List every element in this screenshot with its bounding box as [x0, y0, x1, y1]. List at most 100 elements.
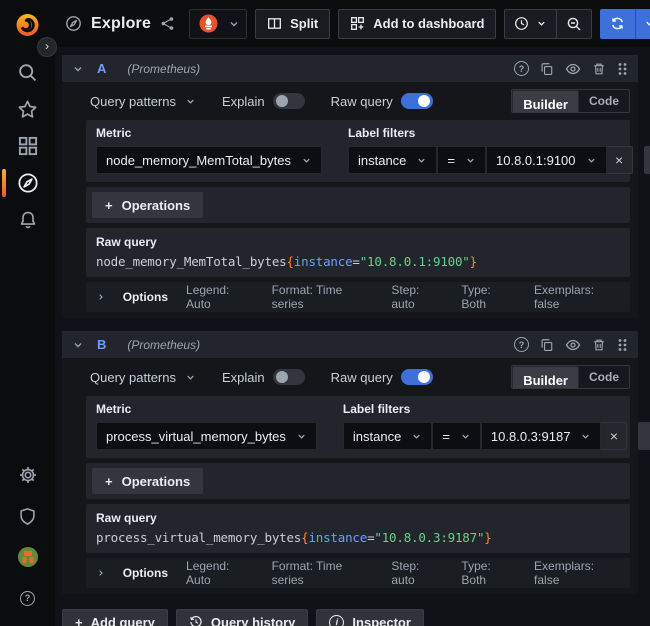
admin-shield-icon[interactable]	[0, 504, 55, 528]
raw-query-switch[interactable]	[401, 93, 433, 109]
plus-icon: +	[105, 474, 113, 489]
options-title: Options	[123, 566, 168, 580]
raw-query-toggle-group: Raw query	[331, 369, 433, 385]
expand-sidebar-button[interactable]: ›	[37, 37, 57, 57]
raw-query-label: Raw query	[331, 370, 393, 385]
plus-icon: +	[105, 198, 113, 213]
query-ref-id[interactable]: B	[97, 337, 106, 352]
filter-operator-select[interactable]: =	[437, 146, 486, 174]
query-b-header[interactable]: B (Prometheus) ?	[62, 331, 638, 358]
duplicate-query-icon[interactable]	[540, 338, 554, 352]
remove-filter-button[interactable]: ×	[607, 146, 633, 174]
zoom-out-button[interactable]	[556, 10, 591, 38]
code-mode-button[interactable]: Code	[579, 366, 629, 388]
query-b-actions: ?	[514, 337, 628, 353]
options-legend: Legend: Auto	[186, 283, 255, 311]
query-ref-id[interactable]: A	[97, 61, 106, 76]
remove-query-trash-icon[interactable]	[592, 62, 606, 76]
query-history-button[interactable]: Query history	[176, 609, 309, 626]
explain-switch[interactable]	[273, 93, 305, 109]
filter-value-select[interactable]: 10.8.0.3:9187	[481, 422, 602, 450]
add-operation-button[interactable]: + Operations	[92, 468, 203, 494]
drag-handle-icon[interactable]	[617, 62, 628, 76]
collapse-chevron-icon[interactable]	[72, 339, 84, 351]
raw-query-switch[interactable]	[401, 369, 433, 385]
builder-mode-button[interactable]: Builder	[512, 90, 579, 113]
remove-filter-button[interactable]: ×	[601, 422, 627, 450]
explain-label: Explain	[222, 94, 265, 109]
raw-query-label: Raw query	[96, 511, 620, 525]
add-operation-button[interactable]: + Operations	[92, 192, 203, 218]
dashboards-icon[interactable]	[0, 134, 55, 158]
metric-group: Metric node_memory_MemTotal_bytes	[96, 126, 322, 174]
sidebar: ›	[0, 0, 55, 626]
raw-query-code: node_memory_MemTotal_bytes{instance="10.…	[96, 254, 620, 269]
options-format: Format: Time series	[272, 559, 375, 587]
settings-gear-icon[interactable]	[0, 463, 55, 487]
query-patterns-dropdown[interactable]: Query patterns	[86, 94, 196, 109]
refresh-interval-dropdown[interactable]	[635, 9, 650, 39]
explore-content: A (Prometheus) ?	[55, 47, 650, 626]
remove-query-trash-icon[interactable]	[592, 338, 606, 352]
add-to-dashboard-button[interactable]: Add to dashboard	[338, 9, 496, 39]
options-collapsible[interactable]: Options Legend: Auto Format: Time series…	[86, 558, 630, 588]
explain-switch[interactable]	[273, 369, 305, 385]
alerting-bell-icon[interactable]	[0, 208, 55, 232]
metric-label: Metric	[96, 126, 322, 140]
topbar: Explore	[55, 0, 650, 47]
split-button[interactable]: Split	[255, 9, 330, 39]
query-patterns-dropdown[interactable]: Query patterns	[86, 370, 196, 385]
drag-handle-icon[interactable]	[617, 338, 628, 352]
editor-mode-toggle: Builder Code	[511, 365, 630, 389]
explore-header: Explore	[65, 15, 175, 33]
collapse-chevron-icon[interactable]	[72, 63, 84, 75]
raw-query-toggle-group: Raw query	[331, 93, 433, 109]
add-query-button[interactable]: + Add query	[62, 609, 168, 626]
user-avatar[interactable]	[0, 545, 55, 569]
help-icon[interactable]: ?	[514, 61, 529, 76]
filter-key-select[interactable]: instance	[343, 422, 432, 450]
label-filters-label: Label filters	[343, 402, 650, 416]
duplicate-query-icon[interactable]	[540, 62, 554, 76]
options-step: Step: auto	[391, 559, 444, 587]
label-filter-row: instance = 10.8.0.3:9187 ×	[343, 422, 650, 450]
explore-footer: + Add query Query history i Inspector	[62, 609, 638, 626]
explore-compass-icon[interactable]	[0, 171, 55, 195]
label-filters-group: Label filters instance = 10.8.	[348, 126, 650, 174]
filter-key-select[interactable]: instance	[348, 146, 437, 174]
raw-query-code: process_virtual_memory_bytes{instance="1…	[96, 530, 620, 545]
add-filter-button[interactable]: +	[644, 146, 650, 174]
builder-mode-button[interactable]: Builder	[512, 366, 579, 389]
grafana-logo-icon[interactable]	[14, 11, 41, 38]
search-icon[interactable]	[0, 60, 55, 84]
datasource-picker[interactable]	[189, 9, 247, 39]
time-picker-group	[504, 9, 592, 39]
filter-value-select[interactable]: 10.8.0.1:9100	[486, 146, 607, 174]
time-picker-button[interactable]	[505, 10, 556, 38]
favorites-star-icon[interactable]	[0, 97, 55, 121]
share-icon[interactable]	[160, 16, 175, 31]
metric-filters-card: Metric process_virtual_memory_bytes Labe…	[86, 396, 630, 458]
code-mode-button[interactable]: Code	[579, 90, 629, 112]
info-icon: i	[329, 615, 344, 626]
help-icon[interactable]: ?	[514, 337, 529, 352]
metric-select[interactable]: process_virtual_memory_bytes	[96, 422, 317, 450]
query-a-header[interactable]: A (Prometheus) ?	[62, 55, 638, 82]
explain-label: Explain	[222, 370, 265, 385]
refresh-icon[interactable]	[600, 9, 635, 39]
raw-query-card: Raw query process_virtual_memory_bytes{i…	[86, 504, 630, 553]
add-filter-button[interactable]: +	[638, 422, 650, 450]
operations-card: + Operations	[86, 187, 630, 223]
raw-query-label: Raw query	[96, 235, 620, 249]
inspector-button[interactable]: i Inspector	[316, 609, 424, 626]
filter-operator-select[interactable]: =	[432, 422, 481, 450]
metric-select[interactable]: node_memory_MemTotal_bytes	[96, 146, 322, 174]
hide-response-eye-icon[interactable]	[565, 337, 581, 353]
hide-response-eye-icon[interactable]	[565, 61, 581, 77]
help-icon[interactable]: ?	[0, 586, 55, 610]
query-row-a: A (Prometheus) ?	[62, 55, 638, 318]
metric-label: Metric	[96, 402, 317, 416]
explore-compass-icon	[65, 15, 82, 32]
options-collapsible[interactable]: Options Legend: Auto Format: Time series…	[86, 282, 630, 312]
run-query-button[interactable]	[600, 9, 650, 39]
